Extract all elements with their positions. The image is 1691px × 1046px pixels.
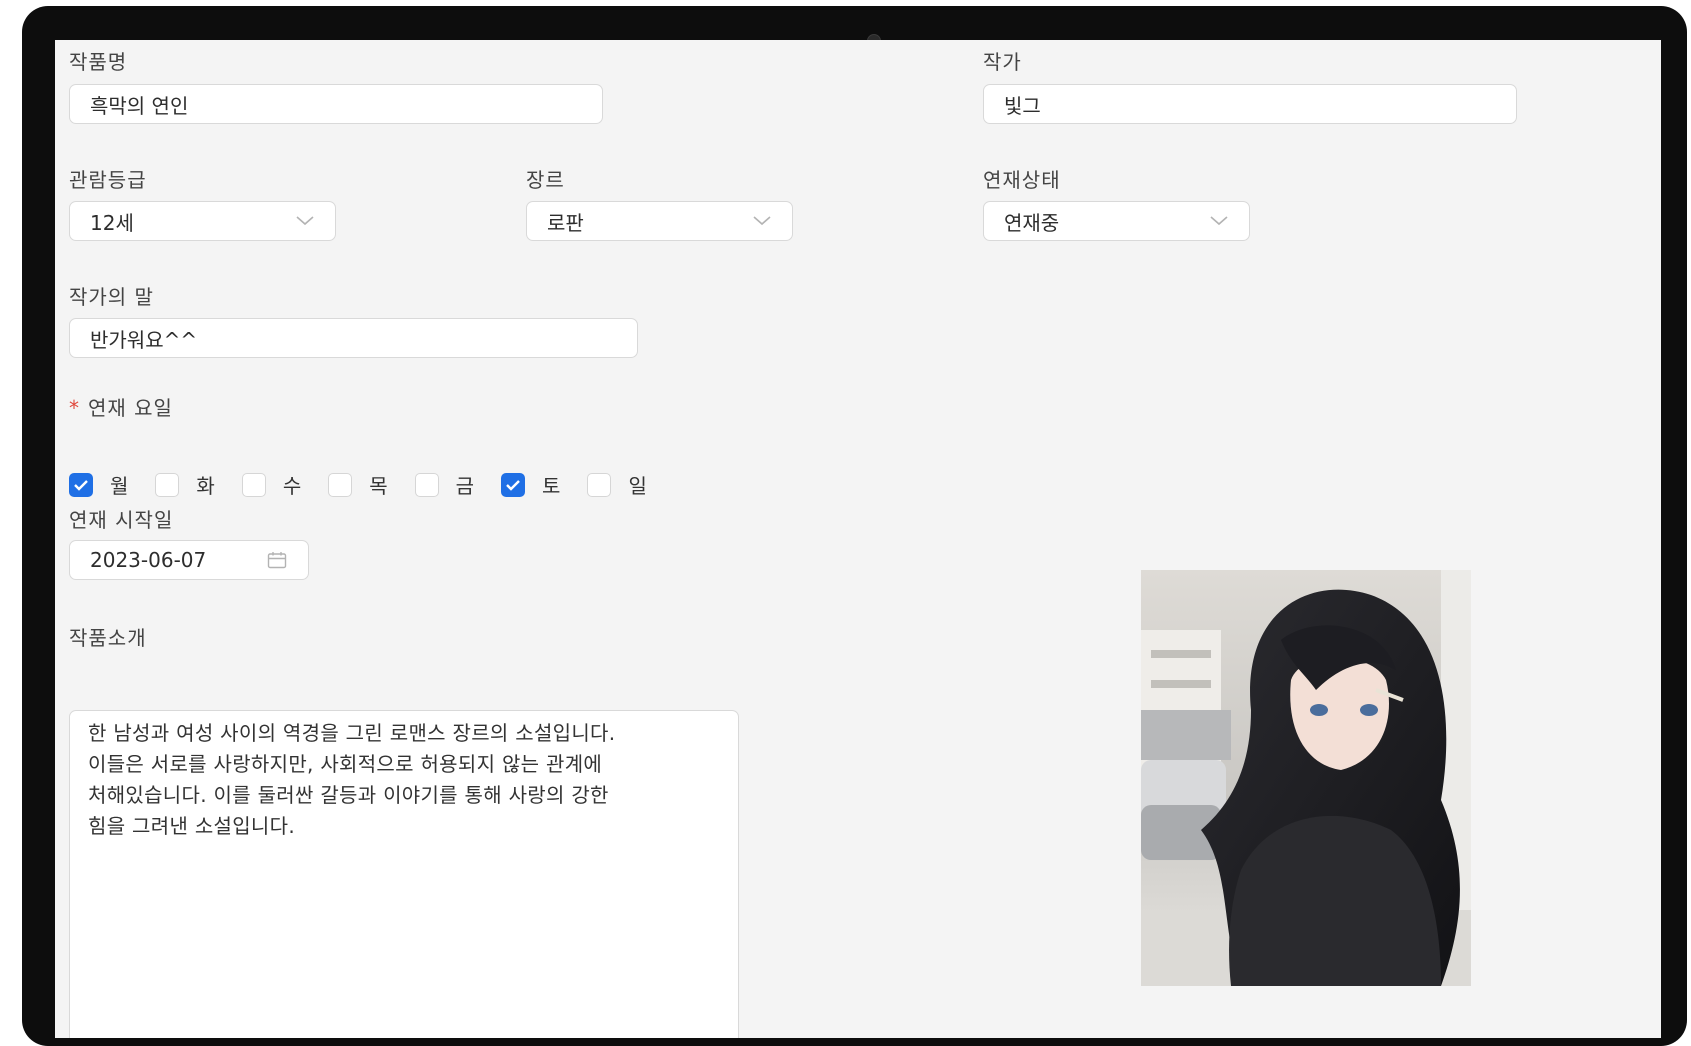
author-input[interactable]: 빛그 <box>983 84 1517 124</box>
title-label: 작품명 <box>69 50 128 74</box>
intro-line: 힘을 그려낸 소설입니다. <box>88 814 295 838</box>
checkbox-mon[interactable] <box>69 472 93 497</box>
intro-line: 한 남성과 여성 사이의 역경을 그린 로맨스 장르의 소설입니다. <box>88 721 616 745</box>
weekday-label: 금 <box>455 474 475 498</box>
weekday-label: 월 <box>110 474 129 498</box>
weekday-checkbox-group: 월 화 수 목 금 토 일 <box>69 470 674 499</box>
cover-image <box>1141 570 1471 986</box>
title-input-value: 흑막의 연인 <box>90 93 189 118</box>
author-note-input-value: 반가워요^^ <box>90 327 198 352</box>
author-label: 작가 <box>983 50 1022 74</box>
start-date-value: 2023-06-07 <box>90 548 207 572</box>
status-select[interactable]: 연재중 <box>983 201 1250 241</box>
checkbox-wed[interactable] <box>241 472 266 497</box>
status-select-value: 연재중 <box>1004 210 1060 235</box>
days-label-text: 연재 요일 <box>88 396 173 420</box>
weekday-label: 토 <box>542 474 561 498</box>
weekday-tue[interactable]: 화 <box>155 470 215 499</box>
intro-label: 작품소개 <box>69 626 147 650</box>
chevron-down-icon <box>295 211 315 231</box>
required-mark: * <box>69 396 80 420</box>
calendar-icon[interactable] <box>266 549 288 571</box>
check-icon <box>74 479 88 491</box>
intro-textarea[interactable]: 한 남성과 여성 사이의 역경을 그린 로맨스 장르의 소설입니다. 이들은 서… <box>69 710 739 1038</box>
genre-select-value: 로판 <box>547 210 584 235</box>
weekday-fri[interactable]: 금 <box>414 470 475 499</box>
weekday-label: 화 <box>196 474 215 498</box>
chevron-down-icon <box>1209 211 1229 231</box>
weekday-label: 목 <box>369 474 388 498</box>
check-icon <box>506 479 520 491</box>
author-note-label: 작가의 말 <box>69 285 154 309</box>
checkbox-fri[interactable] <box>414 472 439 497</box>
author-input-value: 빛그 <box>1004 93 1041 118</box>
intro-line: 이들은 서로를 사랑하지만, 사회적으로 허용되지 않는 관계에 <box>88 752 603 776</box>
checkbox-sat[interactable] <box>501 472 526 497</box>
days-label: * 연재 요일 <box>69 392 173 421</box>
checkbox-sun[interactable] <box>587 472 612 497</box>
weekday-label: 수 <box>282 474 302 498</box>
work-edit-form: 작품명 흑막의 연인 작가 빛그 관람등급 12세 장르 로판 연재상태 연재중… <box>55 40 1661 1038</box>
weekday-label: 일 <box>628 474 647 498</box>
weekday-thu[interactable]: 목 <box>328 470 388 499</box>
checkbox-tue[interactable] <box>155 472 180 497</box>
start-date-picker[interactable]: 2023-06-07 <box>69 540 309 580</box>
genre-select[interactable]: 로판 <box>526 201 793 241</box>
weekday-sun[interactable]: 일 <box>587 470 647 499</box>
weekday-wed[interactable]: 수 <box>241 470 302 499</box>
intro-line: 처해있습니다. 이를 둘러싼 갈등과 이야기를 통해 사랑의 강한 <box>88 783 609 807</box>
weekday-mon[interactable]: 월 <box>69 470 128 499</box>
rating-select-value: 12세 <box>90 210 134 235</box>
title-input[interactable]: 흑막의 연인 <box>69 84 603 124</box>
chevron-down-icon <box>752 211 772 231</box>
status-label: 연재상태 <box>983 168 1061 192</box>
start-date-label: 연재 시작일 <box>69 508 174 532</box>
weekday-sat[interactable]: 토 <box>501 470 560 499</box>
author-note-input[interactable]: 반가워요^^ <box>69 318 638 358</box>
rating-label: 관람등급 <box>69 168 147 192</box>
genre-label: 장르 <box>526 168 565 192</box>
rating-select[interactable]: 12세 <box>69 201 336 241</box>
checkbox-thu[interactable] <box>328 472 353 497</box>
